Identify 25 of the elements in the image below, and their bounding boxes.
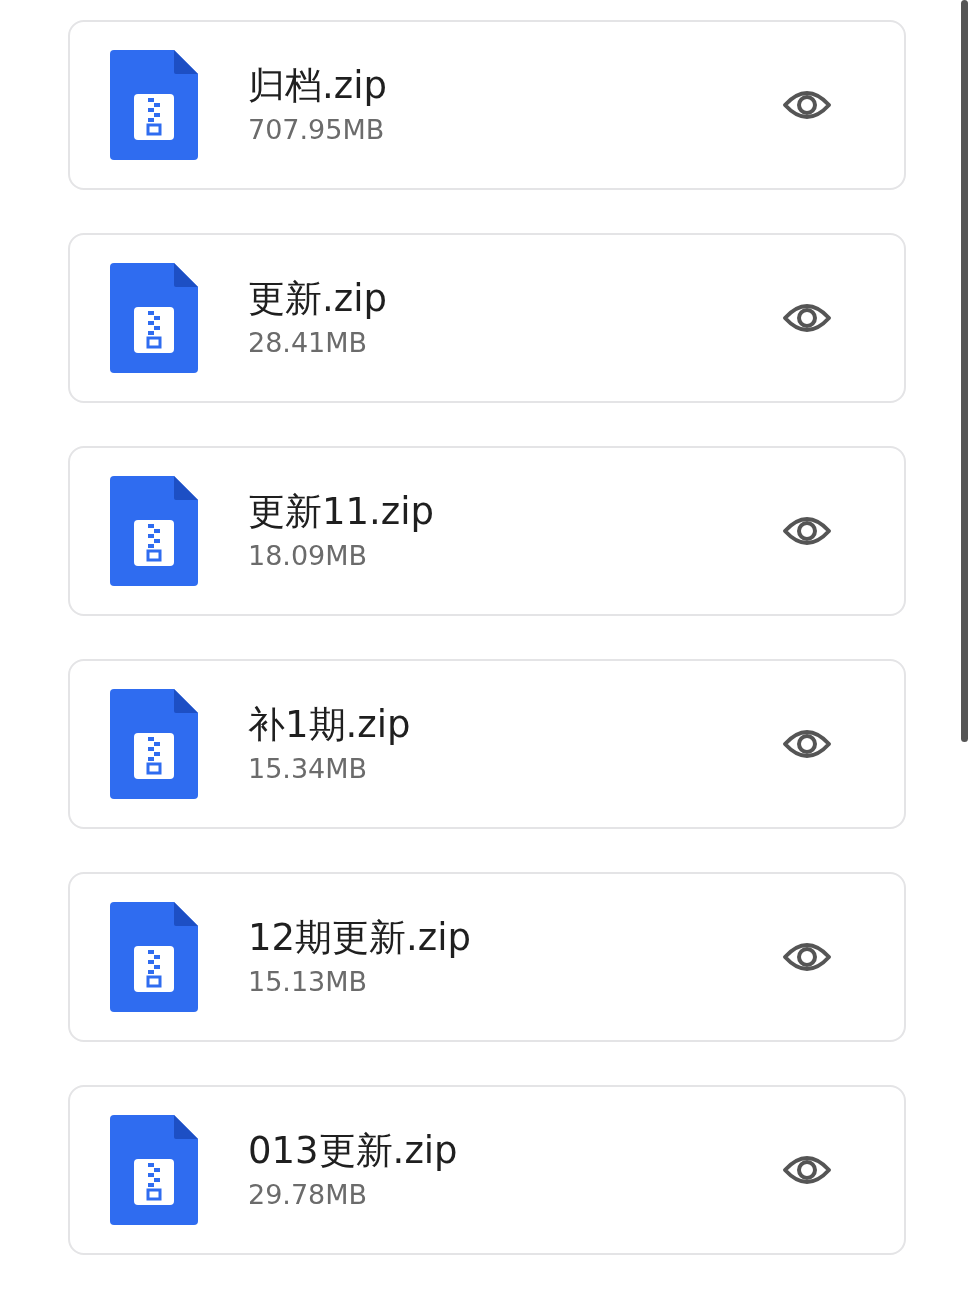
file-size: 15.34MB — [248, 753, 369, 786]
zip-file-icon — [110, 1115, 198, 1225]
zip-file-icon — [110, 689, 198, 799]
zip-file-icon — [110, 476, 198, 586]
scrollbar[interactable] — [961, 0, 968, 742]
file-name: 013更新.zip — [248, 1128, 459, 1173]
file-card[interactable]: 12期更新.zip 15.13MB — [68, 872, 906, 1042]
file-card[interactable]: 更新.zip 28.41MB — [68, 233, 906, 403]
file-card[interactable]: 补1期.zip 15.34MB — [68, 659, 906, 829]
file-card[interactable]: 更新11.zip 18.09MB — [68, 446, 906, 616]
file-name: 12期更新.zip — [248, 915, 473, 960]
file-card[interactable]: 013更新.zip 29.78MB — [68, 1085, 906, 1255]
file-card[interactable]: 归档.zip 707.95MB — [68, 20, 906, 190]
file-size: 707.95MB — [248, 114, 386, 147]
zip-file-icon — [110, 50, 198, 160]
file-name: 更新11.zip — [248, 489, 436, 534]
zip-file-icon — [110, 263, 198, 373]
file-name: 更新.zip — [248, 276, 388, 321]
file-size: 15.13MB — [248, 966, 369, 999]
file-name: 补1期.zip — [248, 702, 412, 747]
file-name: 归档.zip — [248, 63, 388, 108]
file-size: 18.09MB — [248, 540, 369, 573]
file-size: 28.41MB — [248, 327, 369, 360]
zip-file-icon — [110, 902, 198, 1012]
file-size: 29.78MB — [248, 1179, 369, 1212]
